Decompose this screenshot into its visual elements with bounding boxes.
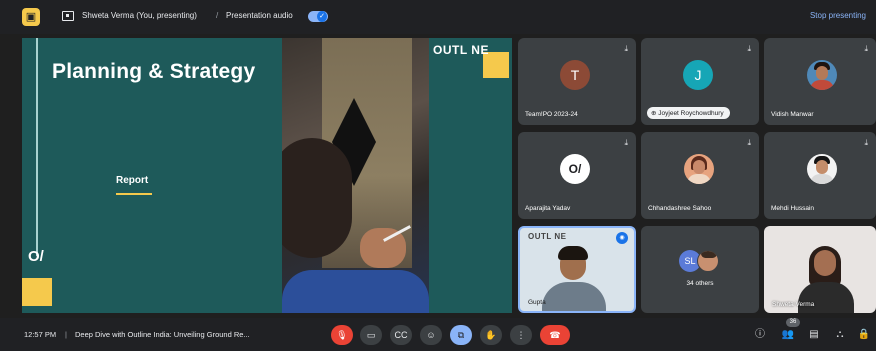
slide-photo	[282, 38, 429, 313]
mic-muted-icon: ⤓	[624, 44, 628, 53]
avatar-face	[816, 66, 828, 80]
mic-muted-icon: ⤓	[864, 138, 868, 147]
participant-video-tile[interactable]: OUTL NE ◉ Gupta	[518, 226, 636, 313]
avatar-face	[693, 160, 705, 174]
slide-title: Planning & Strategy	[52, 60, 256, 83]
participant-tile[interactable]: ⤓ Mehdi Hussain	[764, 132, 876, 219]
slide-left-panel: Planning & Strategy Report O/	[22, 38, 282, 313]
people-icon[interactable]: 👥	[780, 327, 796, 343]
avatar-body	[687, 174, 711, 184]
avatar-body	[810, 174, 834, 184]
participant-name: Gupta	[528, 299, 546, 306]
mic-muted-icon: ⤓	[624, 138, 628, 147]
video-person-hair	[558, 246, 588, 260]
camera-icon[interactable]: ▭	[360, 325, 382, 345]
participant-name: Vidish Manwar	[771, 111, 814, 118]
slide-subtitle: Report	[116, 175, 149, 186]
video-person-body	[798, 282, 854, 313]
bottom-bar: 12:57 PM | Deep Dive with Outline India:…	[0, 318, 876, 351]
participant-video-tile[interactable]: Shweta Verma	[764, 226, 876, 313]
presentation-audio-toggle[interactable]	[308, 11, 328, 22]
outline-logo-icon: O/	[28, 248, 44, 265]
avatar: J	[683, 60, 713, 90]
mic-muted-icon: ⤓	[864, 44, 868, 53]
participant-name-text: Joyjeet Roychowdhury	[658, 110, 724, 117]
activities-icon[interactable]: ⛬	[832, 327, 848, 343]
captions-icon[interactable]: CC	[390, 325, 412, 345]
participant-name: Shweta Verma	[772, 301, 815, 308]
slide-vertical-line	[36, 38, 38, 256]
slide-subtitle-underline	[116, 193, 152, 195]
avatar-body	[810, 80, 834, 90]
stop-presenting-button[interactable]: Stop presenting	[810, 11, 866, 20]
mic-muted-icon: ⤓	[747, 44, 751, 53]
clock-time: 12:57 PM	[24, 330, 57, 339]
info-icon[interactable]: ⓘ	[752, 327, 768, 343]
avatar-photo	[697, 250, 719, 272]
photo-person-shirt	[282, 270, 429, 313]
participant-tile[interactable]: ⤓ O/ Aparajita Yadav	[518, 132, 636, 219]
meeting-title: Deep Dive with Outline India: Unveiling …	[75, 330, 250, 339]
photo-person-head	[282, 138, 352, 258]
mic-muted-icon: ⤓	[747, 138, 751, 147]
participant-tile[interactable]: ⤓ Vidish Manwar	[764, 38, 876, 125]
participant-name: Chhandashree Sahoo	[648, 205, 712, 212]
video-person-body	[542, 282, 606, 311]
participant-name: Mehdi Hussain	[771, 205, 814, 212]
avatar: O/	[560, 154, 590, 184]
participant-tile[interactable]: ⤓ T Team!PO 2023-24	[518, 38, 636, 125]
hangup-icon[interactable]: ☎	[540, 325, 570, 345]
participant-tile[interactable]: ⤓ Chhandashree Sahoo	[641, 132, 759, 219]
participant-name: ⊕ Joyjeet Roychowdhury	[647, 107, 730, 119]
avatar	[684, 154, 714, 184]
avatar-face	[816, 160, 828, 174]
participant-tile[interactable]: ⤓ J ⊕ Joyjeet Roychowdhury	[641, 38, 759, 125]
avatar: T	[560, 60, 590, 90]
participant-count-badge: 36	[786, 318, 800, 327]
presentation-screen: Planning & Strategy Report O/ OUTL NE	[22, 38, 512, 313]
video-person-head	[814, 250, 836, 276]
mic-off-icon[interactable]: 🎙	[331, 325, 353, 345]
host-controls-icon[interactable]: 🔒	[856, 327, 872, 343]
presenting-icon	[62, 11, 74, 21]
avatar	[807, 154, 837, 184]
slide-yellow-square	[22, 278, 52, 306]
participant-name: Aparajita Yadav	[525, 205, 571, 212]
others-avatars: SL	[679, 250, 725, 272]
emoji-icon[interactable]: ☺	[420, 325, 442, 345]
presenter-label: Shweta Verma (You, presenting)	[82, 11, 197, 20]
meet-logo-icon: ▣	[22, 8, 40, 26]
others-count-label: 34 others	[686, 280, 714, 287]
present-icon[interactable]: ⧉	[450, 325, 472, 345]
raise-hand-icon[interactable]: ✋	[480, 325, 502, 345]
speaking-indicator-icon: ◉	[616, 232, 628, 244]
avatar	[807, 60, 837, 90]
separator: |	[65, 330, 67, 339]
presentation-audio-label: Presentation audio	[226, 11, 293, 20]
participant-name: Team!PO 2023-24	[525, 111, 578, 118]
chat-icon[interactable]: ▤	[806, 327, 822, 343]
separator: /	[216, 11, 219, 20]
slide-right-panel: OUTL NE	[429, 38, 512, 313]
others-tile[interactable]: SL 34 others	[641, 226, 759, 313]
top-bar: ▣ Shweta Verma (You, presenting) / Prese…	[0, 0, 876, 34]
more-icon[interactable]: ⋮	[510, 325, 532, 345]
video-outline-logo: OUTL NE	[528, 232, 567, 241]
slide-outline-logo: OUTL NE	[433, 43, 489, 57]
